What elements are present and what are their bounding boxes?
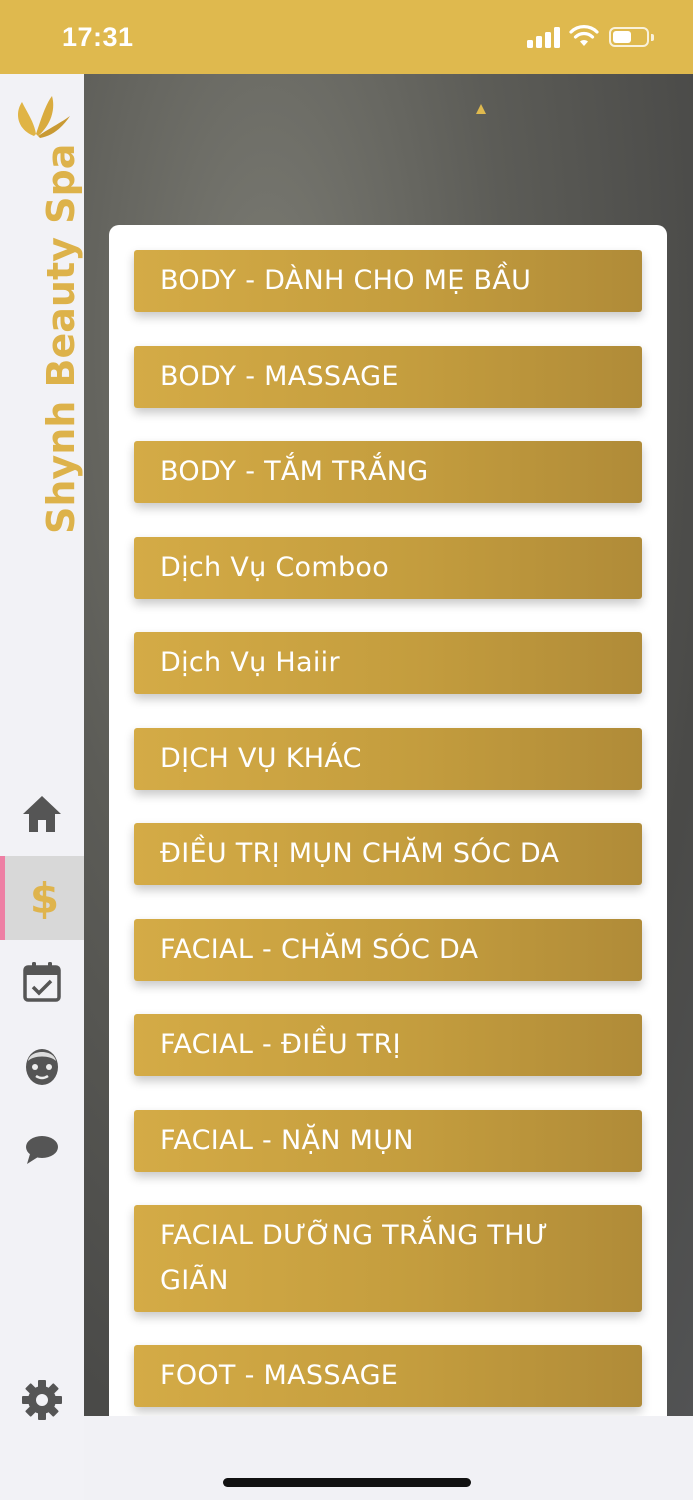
service-category-button[interactable]: FACIAL - NẶN MỤN xyxy=(134,1109,642,1172)
service-category-button[interactable]: BODY - TẮM TRẮNG xyxy=(134,441,642,503)
battery-icon xyxy=(609,27,654,47)
settings-button[interactable] xyxy=(0,1358,84,1442)
logo: Shynh Beauty Spa xyxy=(0,92,84,534)
cellular-signal-icon xyxy=(527,26,561,48)
bottom-area xyxy=(84,1416,693,1500)
chat-bubble-icon xyxy=(26,1136,58,1164)
wifi-icon xyxy=(569,25,599,46)
status-bar: 17:31 xyxy=(0,0,693,74)
service-category-button[interactable]: FACIAL DƯỠNG TRẮNG THƯ GIÃN xyxy=(134,1205,642,1312)
calendar-check-icon xyxy=(23,962,61,1002)
nav-item-chat[interactable] xyxy=(0,1108,84,1192)
service-category-button[interactable]: Dịch Vụ Comboo xyxy=(134,536,642,599)
background-marker xyxy=(476,104,486,114)
service-list: BODY - DÀNH CHO MẸ BẦU BODY - MASSAGE BODY… xyxy=(134,250,642,1416)
home-icon xyxy=(23,796,61,832)
service-category-button[interactable]: FACIAL - CHĂM SÓC DA xyxy=(134,918,642,981)
nav-item-calendar[interactable] xyxy=(0,940,84,1024)
dollar-icon: $ xyxy=(29,873,60,923)
service-category-button[interactable]: BODY - DÀNH CHO MẸ BẦU xyxy=(134,250,642,312)
status-time: 17:31 xyxy=(62,22,134,52)
sidebar: Shynh Beauty Spa $ xyxy=(0,74,84,1500)
nav-item-home[interactable] xyxy=(0,772,84,856)
gear-icon xyxy=(22,1380,62,1420)
nav-item-treatments[interactable] xyxy=(0,1024,84,1108)
status-icons xyxy=(527,24,657,52)
brand-name: Shynh Beauty Spa xyxy=(39,143,83,534)
service-category-button[interactable]: Dịch Vụ Haiir xyxy=(134,632,642,694)
service-category-button[interactable]: DỊCH VỤ KHÁC xyxy=(134,727,642,790)
nav-item-pricing[interactable]: $ xyxy=(0,856,84,940)
sidebar-nav: $ xyxy=(0,772,84,1192)
service-list-card: BODY - DÀNH CHO MẸ BẦU BODY - MASSAGE BODY… xyxy=(109,225,667,1416)
face-mask-icon xyxy=(26,1049,58,1085)
service-category-button[interactable]: BODY - MASSAGE xyxy=(134,345,642,408)
service-category-button[interactable]: FACIAL - ĐIỀU TRỊ xyxy=(134,1014,642,1076)
service-category-button[interactable]: ĐIỀU TRỊ MỤN CHĂM SÓC DA xyxy=(134,823,642,885)
service-category-button[interactable]: FOOT - MASSAGE xyxy=(134,1345,642,1407)
home-indicator[interactable] xyxy=(223,1478,471,1487)
butterfly-logo-icon xyxy=(18,96,70,138)
